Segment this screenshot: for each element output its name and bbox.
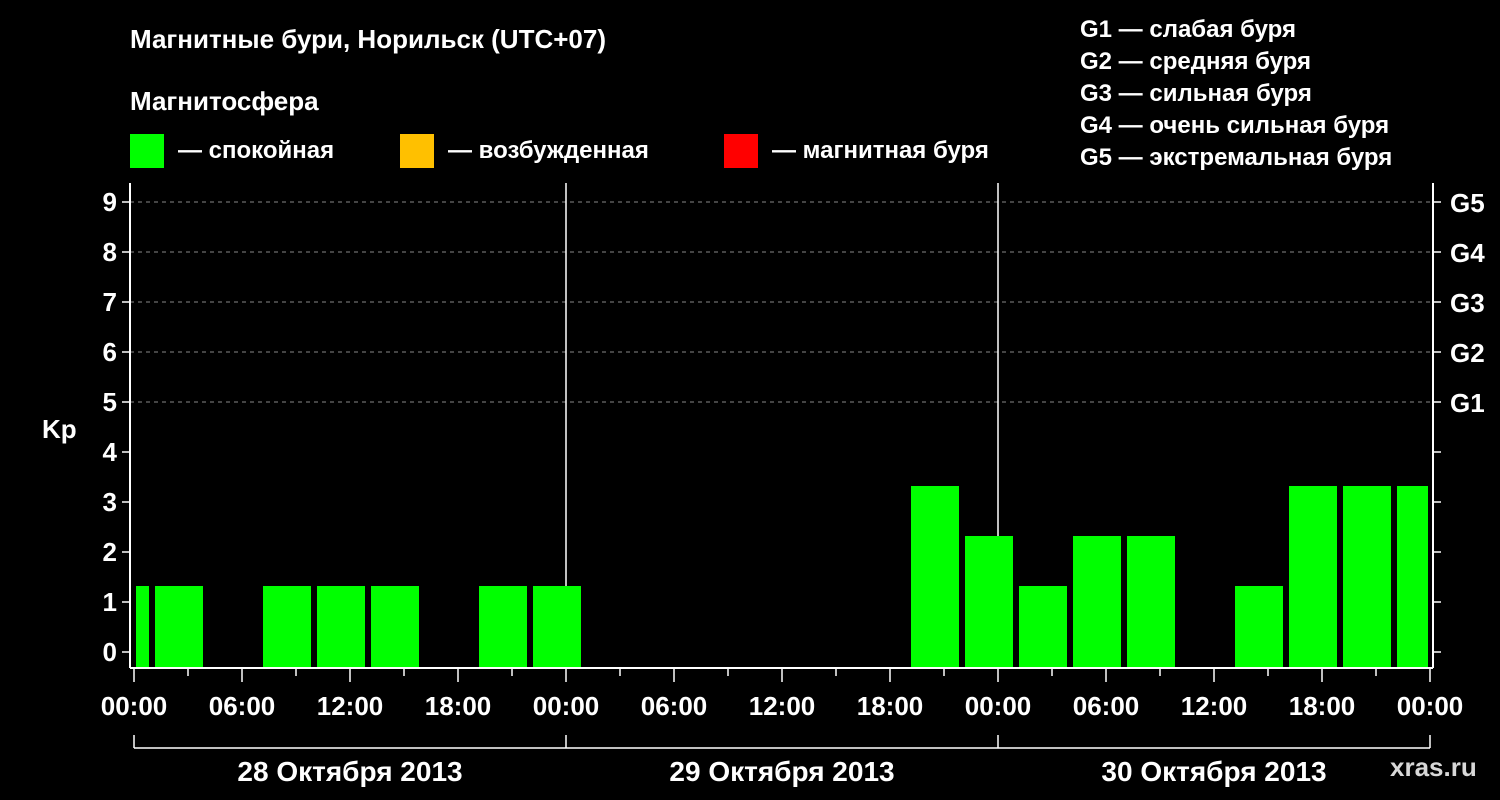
y-tick-label: 4: [103, 437, 118, 467]
x-tick-label: 18:00: [857, 691, 924, 721]
kp-bar: [911, 486, 959, 668]
g-tick-label: G1: [1450, 388, 1485, 418]
kp-bar: [1235, 586, 1283, 668]
y-axis-label: Kp: [42, 414, 77, 444]
kp-bar: [1073, 536, 1121, 668]
watermark: xras.ru: [1390, 752, 1477, 782]
x-tick-label: 06:00: [641, 691, 708, 721]
kp-bar: [1289, 486, 1337, 668]
kp-bar: [1127, 536, 1175, 668]
x-tick-label: 12:00: [317, 691, 384, 721]
x-tick-label: 00:00: [533, 691, 600, 721]
y-tick-label: 0: [103, 637, 117, 667]
y-tick-label: 6: [103, 337, 117, 367]
x-tick-label: 12:00: [749, 691, 816, 721]
x-tick-label: 00:00: [101, 691, 168, 721]
y-tick-label: 5: [103, 387, 117, 417]
kp-bar: [1397, 486, 1428, 668]
kp-bar: [1019, 586, 1067, 668]
x-tick-label: 12:00: [1181, 691, 1248, 721]
x-tick-label: 00:00: [1397, 691, 1464, 721]
kp-bar: [136, 586, 149, 668]
y-tick-label: 1: [103, 587, 117, 617]
g-tick-label: G4: [1450, 238, 1485, 268]
kp-bar: [317, 586, 365, 668]
y-tick-label: 8: [103, 237, 117, 267]
day-label: 28 Октября 2013: [237, 756, 462, 787]
x-tick-label: 06:00: [1073, 691, 1140, 721]
g-tick-label: G2: [1450, 338, 1485, 368]
x-tick-label: 06:00: [209, 691, 276, 721]
g-tick-label: G3: [1450, 288, 1485, 318]
kp-bar: [479, 586, 527, 668]
g-tick-label: G5: [1450, 188, 1485, 218]
kp-bar: [371, 586, 419, 668]
kp-bar: [155, 586, 203, 668]
day-label: 30 Октября 2013: [1101, 756, 1326, 787]
x-tick-label: 00:00: [965, 691, 1032, 721]
x-tick-label: 18:00: [1289, 691, 1356, 721]
y-tick-label: 2: [103, 537, 117, 567]
x-tick-label: 18:00: [425, 691, 492, 721]
kp-bar: [1343, 486, 1391, 668]
day-label: 29 Октября 2013: [669, 756, 894, 787]
kp-bar-chart: 0 1 2 3 4 5 6 7 8 9 Kp G1 G2 G3 G4 G5 00:00 06:00 12:00 18:…: [42, 183, 1485, 787]
y-tick-label: 3: [103, 487, 117, 517]
kp-bar: [263, 586, 311, 668]
y-tick-label: 9: [103, 187, 117, 217]
kp-bar: [533, 586, 581, 668]
y-tick-label: 7: [103, 287, 117, 317]
kp-bar: [965, 536, 1013, 668]
